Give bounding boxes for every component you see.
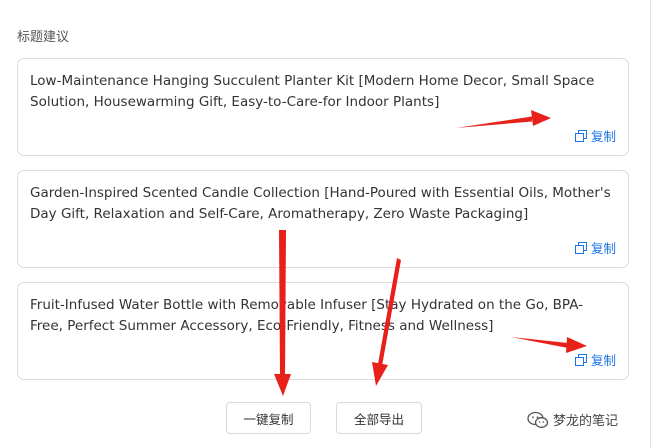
arrow-to-copy-all [274,230,291,396]
watermark: 梦龙的笔记 [527,410,618,429]
arrow-to-copy-3 [511,337,587,353]
watermark-text: 梦龙的笔记 [553,414,619,429]
annotation-arrows [274,110,587,396]
arrow-to-export-all [372,258,401,386]
arrow-to-copy-1 [456,110,551,128]
wechat-icon [527,411,549,428]
